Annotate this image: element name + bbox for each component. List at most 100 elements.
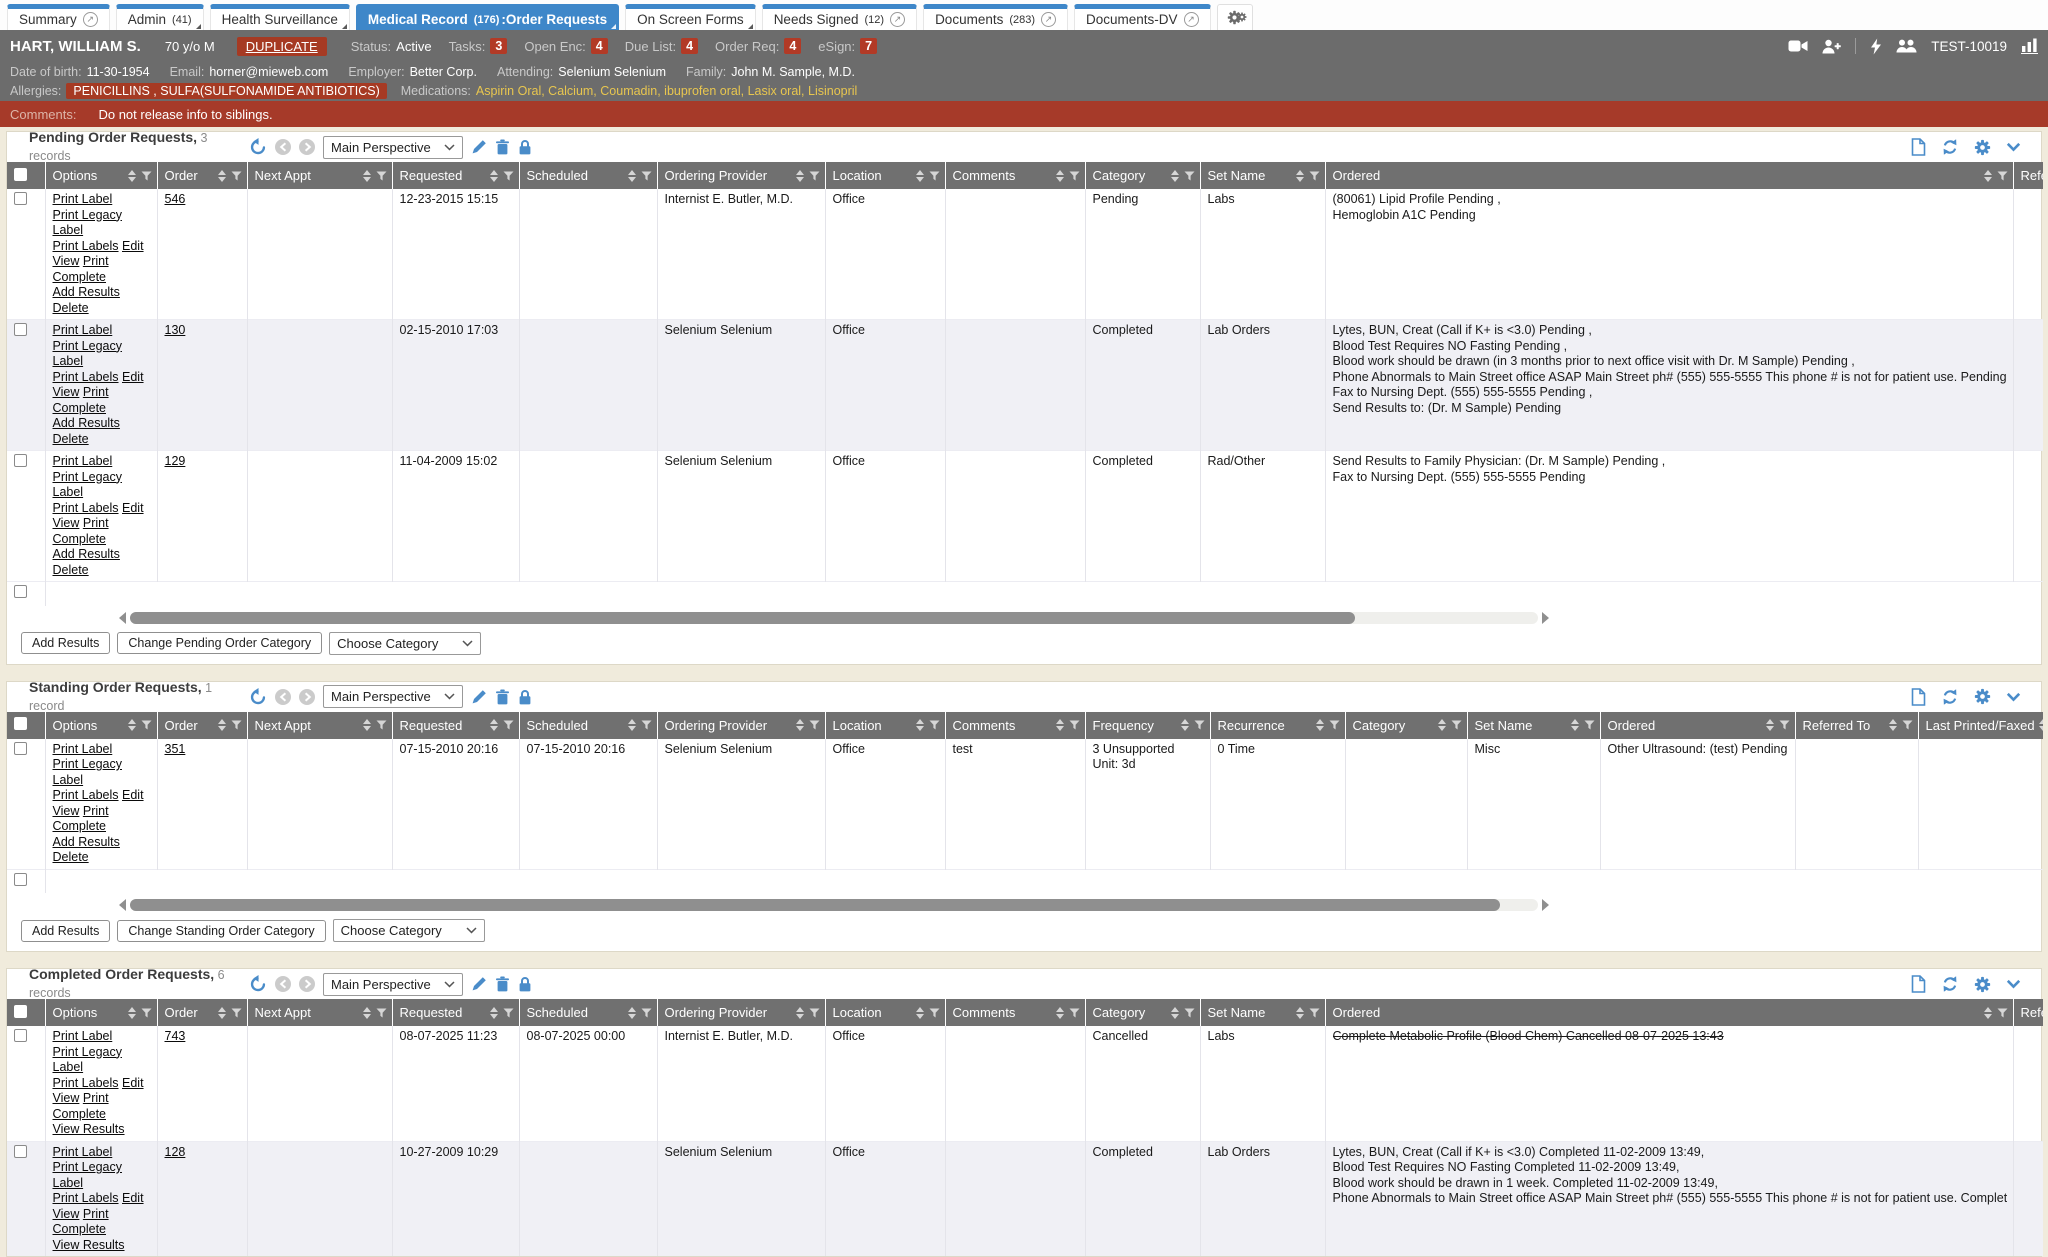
filter-funnel-icon[interactable] <box>1451 720 1462 730</box>
column-header-referred_to[interactable]: Referred To <box>2013 999 2043 1026</box>
filter-funnel-icon[interactable] <box>1069 720 1080 730</box>
column-header-referred_to[interactable]: Referred To <box>2013 162 2043 189</box>
filter-funnel-icon[interactable] <box>809 720 820 730</box>
filter-funnel-icon[interactable] <box>1584 720 1595 730</box>
group-icon[interactable] <box>1896 39 1917 53</box>
column-header-ordering_provider[interactable]: Ordering Provider <box>657 999 825 1026</box>
filter-funnel-icon[interactable] <box>1902 720 1913 730</box>
column-header-ordered[interactable]: Ordered <box>1600 712 1795 739</box>
option-link[interactable]: Complete <box>53 401 107 415</box>
choose-category-select[interactable]: Choose Category <box>329 632 481 655</box>
option-link[interactable]: Edit <box>122 788 144 802</box>
filter-funnel-icon[interactable] <box>1194 720 1205 730</box>
row-checkbox[interactable] <box>14 742 27 755</box>
edit-pencil-icon[interactable] <box>471 139 487 155</box>
bar-chart-icon[interactable] <box>2021 38 2038 54</box>
option-link[interactable]: Delete <box>53 563 89 577</box>
scrollbar-track[interactable] <box>130 612 1538 624</box>
column-header-last_printed_faxed[interactable]: Last Printed/Faxed <box>1918 712 2043 739</box>
scrollbar-track[interactable] <box>130 899 1538 911</box>
chevron-right-circle-icon[interactable] <box>299 139 315 155</box>
column-header-location[interactable]: Location <box>825 712 945 739</box>
column-header-ordering_provider[interactable]: Ordering Provider <box>657 712 825 739</box>
option-link[interactable]: Print <box>83 385 109 399</box>
chart-tabs-settings-button[interactable] <box>1217 4 1253 30</box>
option-link[interactable]: Print Legacy Label <box>53 757 122 787</box>
sort-icon[interactable] <box>218 1007 226 1019</box>
column-header-scheduled[interactable]: Scheduled <box>519 162 657 189</box>
sort-icon[interactable] <box>1889 719 1897 731</box>
scroll-right-arrow-icon[interactable] <box>1542 612 1549 624</box>
option-link[interactable]: View Results <box>53 1122 125 1136</box>
sort-icon[interactable] <box>628 170 636 182</box>
row-checkbox[interactable] <box>14 192 27 205</box>
undo-icon[interactable] <box>249 975 267 993</box>
add-results-button[interactable]: Add Results <box>21 632 110 654</box>
sort-icon[interactable] <box>1056 1007 1064 1019</box>
scrollbar-thumb[interactable] <box>130 612 1355 624</box>
row-checkbox[interactable] <box>14 454 27 467</box>
undo-icon[interactable] <box>249 138 267 156</box>
filter-funnel-icon[interactable] <box>503 171 514 181</box>
scroll-right-arrow-icon[interactable] <box>1542 899 1549 911</box>
option-link[interactable]: Print Label <box>53 323 113 337</box>
order-link[interactable]: 128 <box>165 1145 186 1159</box>
sort-icon[interactable] <box>490 719 498 731</box>
filter-funnel-icon[interactable] <box>641 720 652 730</box>
gear-icon[interactable] <box>1974 976 1991 993</box>
option-link[interactable]: Delete <box>53 301 89 315</box>
column-header-order[interactable]: Order <box>157 999 247 1026</box>
chevron-left-circle-icon[interactable] <box>275 139 291 155</box>
column-header-order[interactable]: Order <box>157 712 247 739</box>
option-link[interactable]: View <box>53 385 80 399</box>
column-header-comments[interactable]: Comments <box>945 162 1085 189</box>
option-link[interactable]: Print Label <box>53 1145 113 1159</box>
column-header-next_appt[interactable]: Next Appt <box>247 162 392 189</box>
column-header-ordering_provider[interactable]: Ordering Provider <box>657 162 825 189</box>
select-all-checkbox[interactable] <box>14 717 27 730</box>
video-camera-icon[interactable] <box>1788 39 1808 53</box>
option-link[interactable]: Print <box>83 254 109 268</box>
add-person-icon[interactable] <box>1822 39 1841 54</box>
sort-icon[interactable] <box>916 719 924 731</box>
undo-icon[interactable] <box>249 688 267 706</box>
sort-icon[interactable] <box>128 170 136 182</box>
option-link[interactable]: Print Labels <box>53 370 119 384</box>
order-link[interactable]: 743 <box>165 1029 186 1043</box>
filter-funnel-icon[interactable] <box>929 171 940 181</box>
column-header-select[interactable] <box>7 712 45 739</box>
refresh-icon[interactable] <box>1941 688 1959 706</box>
trash-icon[interactable] <box>495 976 510 992</box>
row-checkbox[interactable] <box>14 1029 27 1042</box>
column-header-comments[interactable]: Comments <box>945 999 1085 1026</box>
new-document-icon[interactable] <box>1911 138 1926 156</box>
sort-icon[interactable] <box>1438 719 1446 731</box>
filter-funnel-icon[interactable] <box>1184 1008 1195 1018</box>
select-all-checkbox[interactable] <box>14 168 27 181</box>
filter-funnel-icon[interactable] <box>1779 720 1790 730</box>
h-scrollbar[interactable] <box>119 898 2041 912</box>
filter-funnel-icon[interactable] <box>641 1008 652 1018</box>
sort-icon[interactable] <box>628 719 636 731</box>
duplicate-flag[interactable]: DUPLICATE <box>237 37 327 56</box>
tab-summary[interactable]: Summary↗ <box>7 4 110 30</box>
option-link[interactable]: Print Labels <box>53 788 119 802</box>
option-link[interactable]: Edit <box>122 370 144 384</box>
sort-icon[interactable] <box>1984 170 1992 182</box>
counter-badge[interactable]: 7 <box>860 38 877 54</box>
column-header-select[interactable] <box>7 162 45 189</box>
option-link[interactable]: View Results <box>53 1238 125 1252</box>
column-header-ordered[interactable]: Ordered <box>1325 162 2013 189</box>
lock-icon[interactable] <box>518 976 532 992</box>
filter-funnel-icon[interactable] <box>141 1008 152 1018</box>
option-link[interactable]: Delete <box>53 850 89 864</box>
row-checkbox[interactable] <box>14 323 27 336</box>
filter-funnel-icon[interactable] <box>503 720 514 730</box>
column-header-options[interactable]: Options <box>45 712 157 739</box>
option-link[interactable]: Print Label <box>53 192 113 206</box>
sort-icon[interactable] <box>363 719 371 731</box>
option-link[interactable]: Print Legacy Label <box>53 1160 122 1190</box>
option-link[interactable]: Complete <box>53 1222 107 1236</box>
scrollbar-thumb[interactable] <box>130 899 1500 911</box>
column-header-requested[interactable]: Requested <box>392 712 519 739</box>
